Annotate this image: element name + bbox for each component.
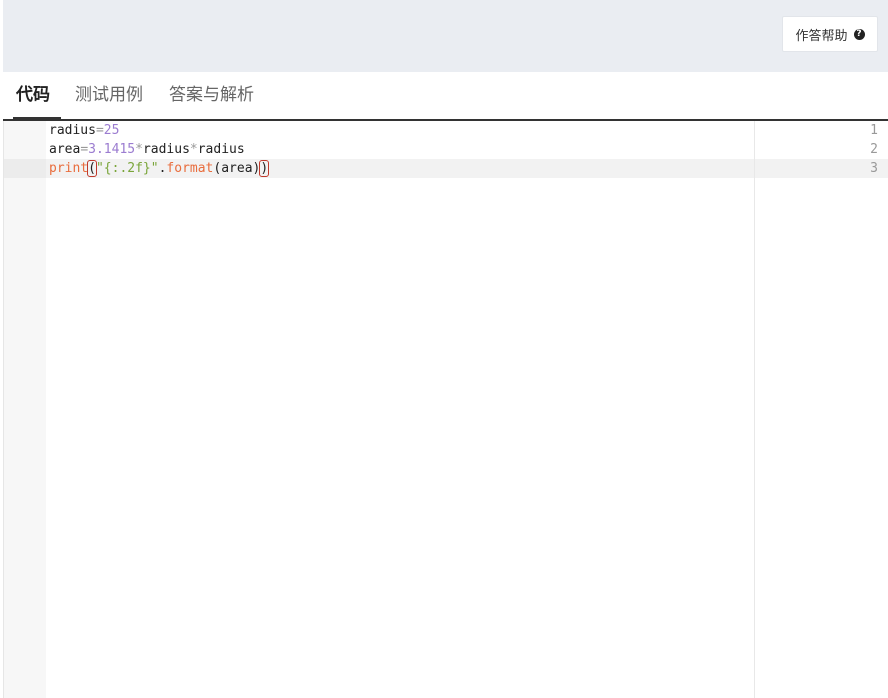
print-margin bbox=[754, 121, 755, 698]
code-token: 25 bbox=[103, 123, 120, 138]
code-token: "{:.2f}" bbox=[95, 161, 159, 176]
line-number: 1 bbox=[870, 123, 878, 138]
code-token: radius bbox=[49, 123, 96, 138]
tab-code[interactable]: 代码 bbox=[13, 72, 61, 121]
code-token: area bbox=[49, 142, 81, 157]
line-number: 3 bbox=[870, 161, 878, 176]
code-token: = bbox=[80, 142, 89, 157]
code-editor[interactable]: 1 2 3 radius=25 area=3.1415*radius*radiu… bbox=[3, 121, 888, 698]
line-number: 2 bbox=[870, 142, 878, 157]
tab-test-cases[interactable]: 测试用例 bbox=[75, 72, 143, 119]
active-line-gutter-highlight bbox=[4, 159, 46, 178]
code-token: * bbox=[189, 142, 198, 157]
code-token: format bbox=[166, 161, 214, 176]
code-token: * bbox=[135, 142, 143, 157]
tab-bar: 代码 测试用例 答案与解析 bbox=[3, 72, 888, 121]
code-token: radius bbox=[142, 142, 190, 157]
code-token: = bbox=[95, 123, 104, 138]
code-line[interactable]: radius=25 bbox=[49, 121, 119, 140]
tab-answer-analysis[interactable]: 答案与解析 bbox=[169, 72, 254, 119]
code-token: area bbox=[221, 161, 253, 176]
matched-bracket: ) bbox=[259, 160, 270, 177]
help-button-label: 作答帮助 bbox=[795, 27, 848, 43]
code-line[interactable]: area=3.1415*radius*radius bbox=[49, 140, 245, 159]
line-number-gutter bbox=[4, 121, 46, 698]
code-line[interactable]: print("{:.2f}".format(area)) bbox=[49, 159, 270, 178]
question-circle-icon: ? bbox=[853, 28, 865, 40]
matched-bracket: ( bbox=[87, 160, 97, 177]
top-bar: 作答帮助 ? bbox=[3, 0, 888, 72]
code-token: print bbox=[49, 161, 89, 176]
answer-help-button[interactable]: 作答帮助 ? bbox=[782, 16, 878, 52]
code-token: 3.1415 bbox=[88, 142, 136, 157]
code-token: radius bbox=[197, 142, 245, 157]
